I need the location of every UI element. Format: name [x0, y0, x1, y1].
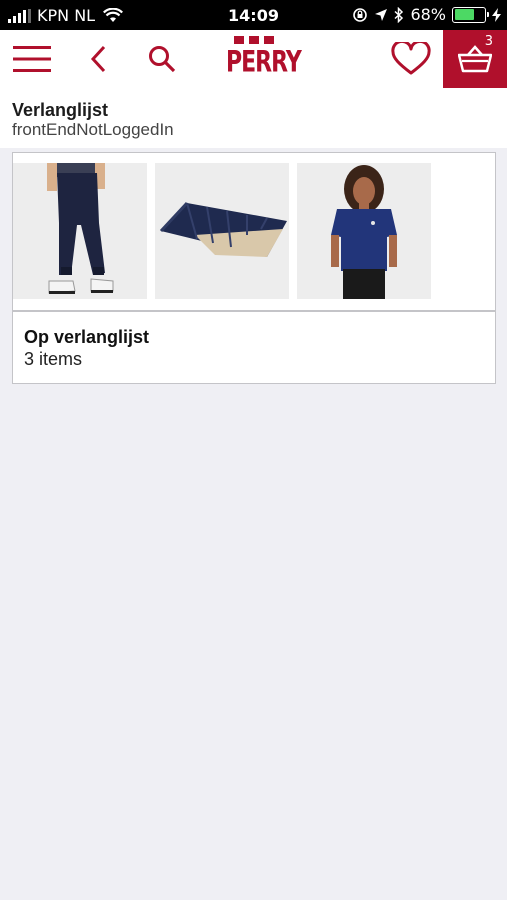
wishlist-button[interactable]: [384, 30, 438, 88]
basket-icon: [458, 45, 492, 73]
thumbnail-sleeping-bag: [155, 163, 289, 299]
brand-logo[interactable]: PERRY: [226, 34, 302, 84]
thumbnail-t-shirt: [297, 163, 431, 299]
navbar: PERRY 3: [0, 30, 507, 88]
search-button[interactable]: [140, 30, 184, 88]
status-right: 68%: [352, 5, 501, 24]
sleeping-bag-image: [155, 163, 289, 299]
wishlist-name: Op verlanglijst: [24, 327, 150, 347]
t-shirt-image: [297, 163, 431, 299]
battery-percent: 68%: [410, 5, 446, 24]
heart-icon: [391, 42, 431, 75]
logo-wordmark: PERRY: [226, 45, 302, 80]
card-divider: [13, 310, 495, 312]
bluetooth-icon: [394, 6, 404, 23]
search-icon: [149, 46, 176, 73]
battery-fill: [454, 9, 475, 20]
location-icon: [375, 8, 388, 21]
logo-squares: [234, 36, 274, 44]
back-button[interactable]: [78, 30, 118, 88]
thumbnail-jogging-pants: [13, 163, 147, 299]
cart-button[interactable]: 3: [443, 30, 507, 88]
battery-icon: [452, 6, 489, 23]
page-subtitle: frontEndNotLoggedIn: [12, 120, 174, 139]
cart-count-badge: 3: [484, 34, 493, 49]
menu-icon: [13, 46, 51, 72]
page-header: Verlanglijst frontEndNotLoggedIn: [0, 88, 507, 148]
back-chevron-icon: [90, 45, 106, 73]
wishlist-item-count: 3 items: [24, 349, 83, 369]
menu-button[interactable]: [8, 30, 56, 88]
status-bar: KPN NL 14:09 68%: [0, 0, 507, 30]
charging-icon: [492, 7, 501, 22]
wishlist-card[interactable]: Op verlanglijst 3 items: [12, 152, 496, 384]
page-title: Verlanglijst: [12, 100, 109, 120]
orientation-lock-icon: [353, 7, 368, 22]
jogging-pants-image: [13, 163, 147, 299]
